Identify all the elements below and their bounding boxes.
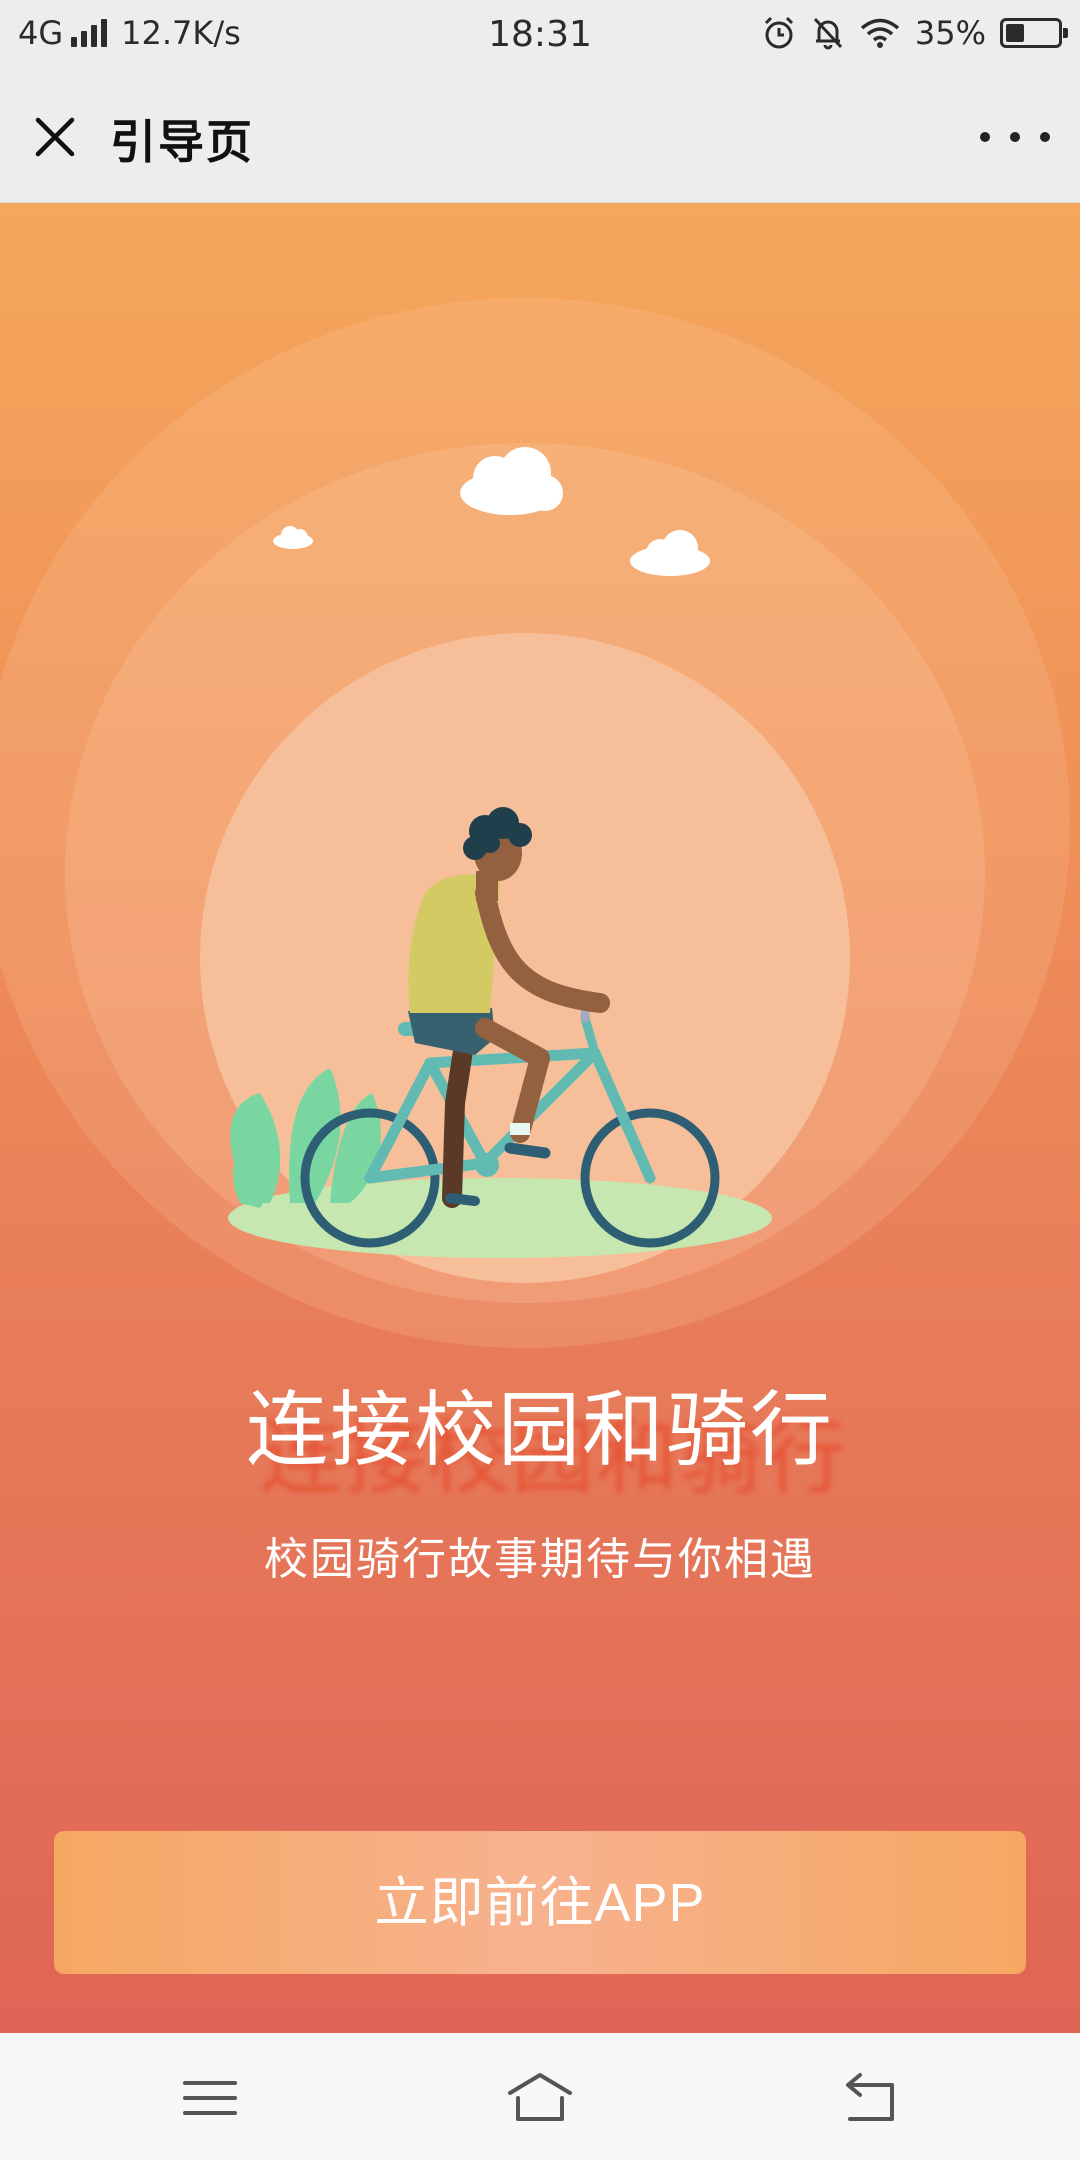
cloud-icon <box>630 530 710 576</box>
status-bar: 4G 12.7K/s 18:31 35% <box>0 0 1080 72</box>
headline: 连接校园和骑行 <box>245 1383 834 1478</box>
battery-fill <box>1006 24 1024 42</box>
status-right: 35% <box>761 14 1068 52</box>
alarm-icon <box>764 16 793 49</box>
subheadline: 校园骑行故事期待与你相遇 <box>264 1534 816 1585</box>
cyclist-illustration <box>228 447 772 1258</box>
back-icon[interactable] <box>830 2063 910 2133</box>
cloud-icon <box>273 526 313 549</box>
cloud-icon <box>460 447 563 515</box>
home-icon[interactable] <box>500 2063 580 2133</box>
more-dots-icon[interactable] <box>980 112 1050 162</box>
screen: 4G 12.7K/s 18:31 35% 引导页 连接校园和骑行 校园骑行故事期… <box>0 0 1080 2160</box>
battery-percent: 35% <box>914 14 986 52</box>
page-title: 引导页 <box>110 115 254 169</box>
nav-bar: 引导页 <box>0 72 1080 203</box>
battery-icon <box>1000 18 1068 48</box>
menu-icon[interactable] <box>170 2063 250 2133</box>
guide-main: 连接校园和骑行 校园骑行故事期待与你相遇 立即前往APP <box>0 203 1080 2033</box>
system-nav-bar <box>0 2033 1080 2160</box>
wifi-icon <box>860 18 899 48</box>
go-to-app-button[interactable]: 立即前往APP <box>54 1831 1026 1974</box>
mute-bell-icon <box>813 17 842 50</box>
close-icon[interactable] <box>30 112 80 162</box>
